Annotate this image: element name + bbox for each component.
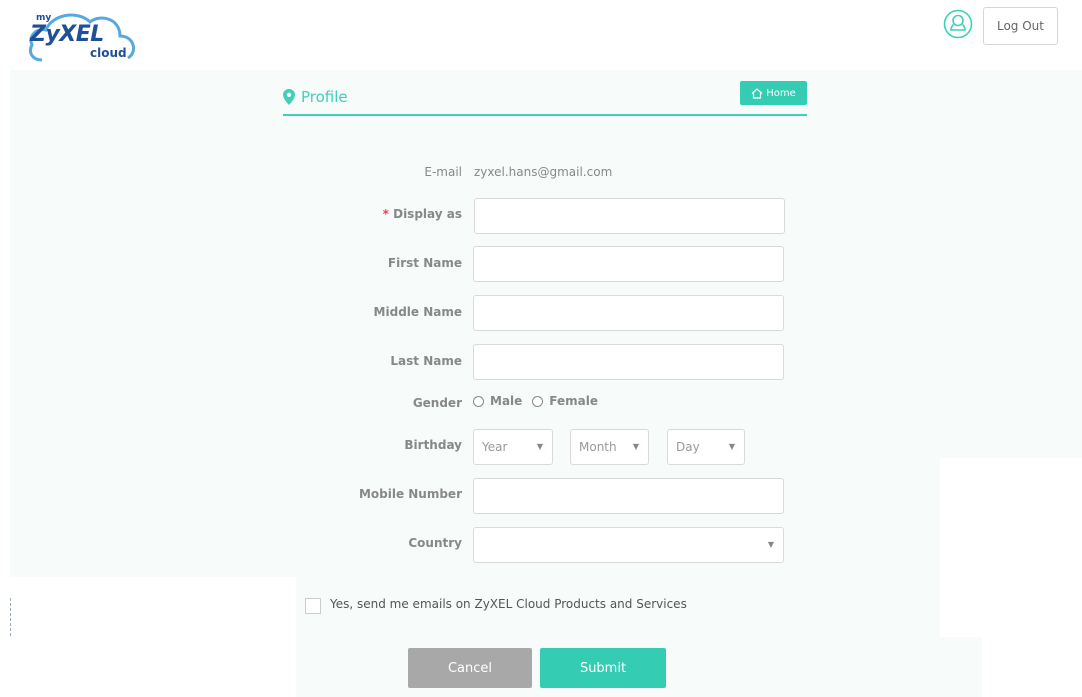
logo-cloud-text: cloud [90, 46, 127, 60]
birthday-month-select[interactable]: Month ▼ [570, 429, 649, 465]
gender-radio-group: Male Female [473, 394, 608, 408]
birthday-year-select[interactable]: Year ▼ [473, 429, 553, 465]
dashed-marker [10, 598, 11, 636]
cancel-button[interactable]: Cancel [408, 648, 532, 688]
last-name-label: Last Name [390, 354, 462, 368]
radio-male[interactable] [473, 395, 484, 407]
logo-brand-text: ZyXEL [30, 22, 104, 47]
email-label: E-mail [424, 165, 462, 179]
gender-label: Gender [412, 396, 462, 410]
first-name-input[interactable] [473, 246, 784, 282]
display-as-label: * Display as [383, 207, 462, 221]
required-star: * [382, 207, 389, 221]
middle-name-label: Middle Name [373, 305, 462, 319]
email-value: zyxel.hans@gmail.com [474, 165, 613, 179]
newsletter-checkbox[interactable] [305, 598, 321, 614]
birthday-day-select[interactable]: Day ▼ [667, 429, 745, 465]
mobile-number-input[interactable] [473, 478, 784, 514]
chevron-down-icon: ▼ [728, 442, 735, 451]
first-name-label: First Name [387, 256, 462, 270]
user-outline-icon[interactable] [943, 9, 973, 39]
logout-button[interactable]: Log Out [983, 7, 1058, 45]
home-button-label: Home [766, 87, 796, 99]
mobile-number-label: Mobile Number [358, 487, 462, 501]
profile-header: Profile Home [283, 80, 807, 116]
myzyxel-cloud-logo[interactable]: my ZyXEL cloud [26, 8, 140, 64]
chevron-down-icon: ▼ [632, 442, 639, 451]
middle-name-input[interactable] [473, 295, 784, 331]
radio-female[interactable] [532, 395, 544, 407]
page-title: Profile [301, 88, 348, 106]
home-icon [751, 87, 763, 99]
chevron-down-icon: ▼ [536, 442, 543, 451]
birthday-label: Birthday [404, 438, 462, 452]
last-name-input[interactable] [473, 344, 784, 380]
country-select[interactable]: ▼ [473, 527, 784, 563]
home-button[interactable]: Home [740, 81, 807, 105]
newsletter-checkbox-label[interactable]: Yes, send me emails on ZyXEL Cloud Produ… [330, 597, 687, 611]
gender-male-option[interactable]: Male [473, 394, 522, 408]
gender-female-label: Female [549, 394, 598, 408]
day-select-value: Day [676, 440, 700, 454]
year-select-value: Year [482, 440, 508, 454]
location-pin-icon [283, 89, 295, 105]
chevron-down-icon: ▼ [767, 540, 774, 549]
month-select-value: Month [579, 440, 617, 454]
display-as-input[interactable] [474, 198, 785, 234]
submit-button[interactable]: Submit [540, 648, 666, 688]
gender-female-option[interactable]: Female [532, 394, 598, 408]
display-as-label-text: Display as [393, 207, 462, 221]
country-label: Country [408, 536, 462, 550]
gender-male-label: Male [490, 394, 523, 408]
